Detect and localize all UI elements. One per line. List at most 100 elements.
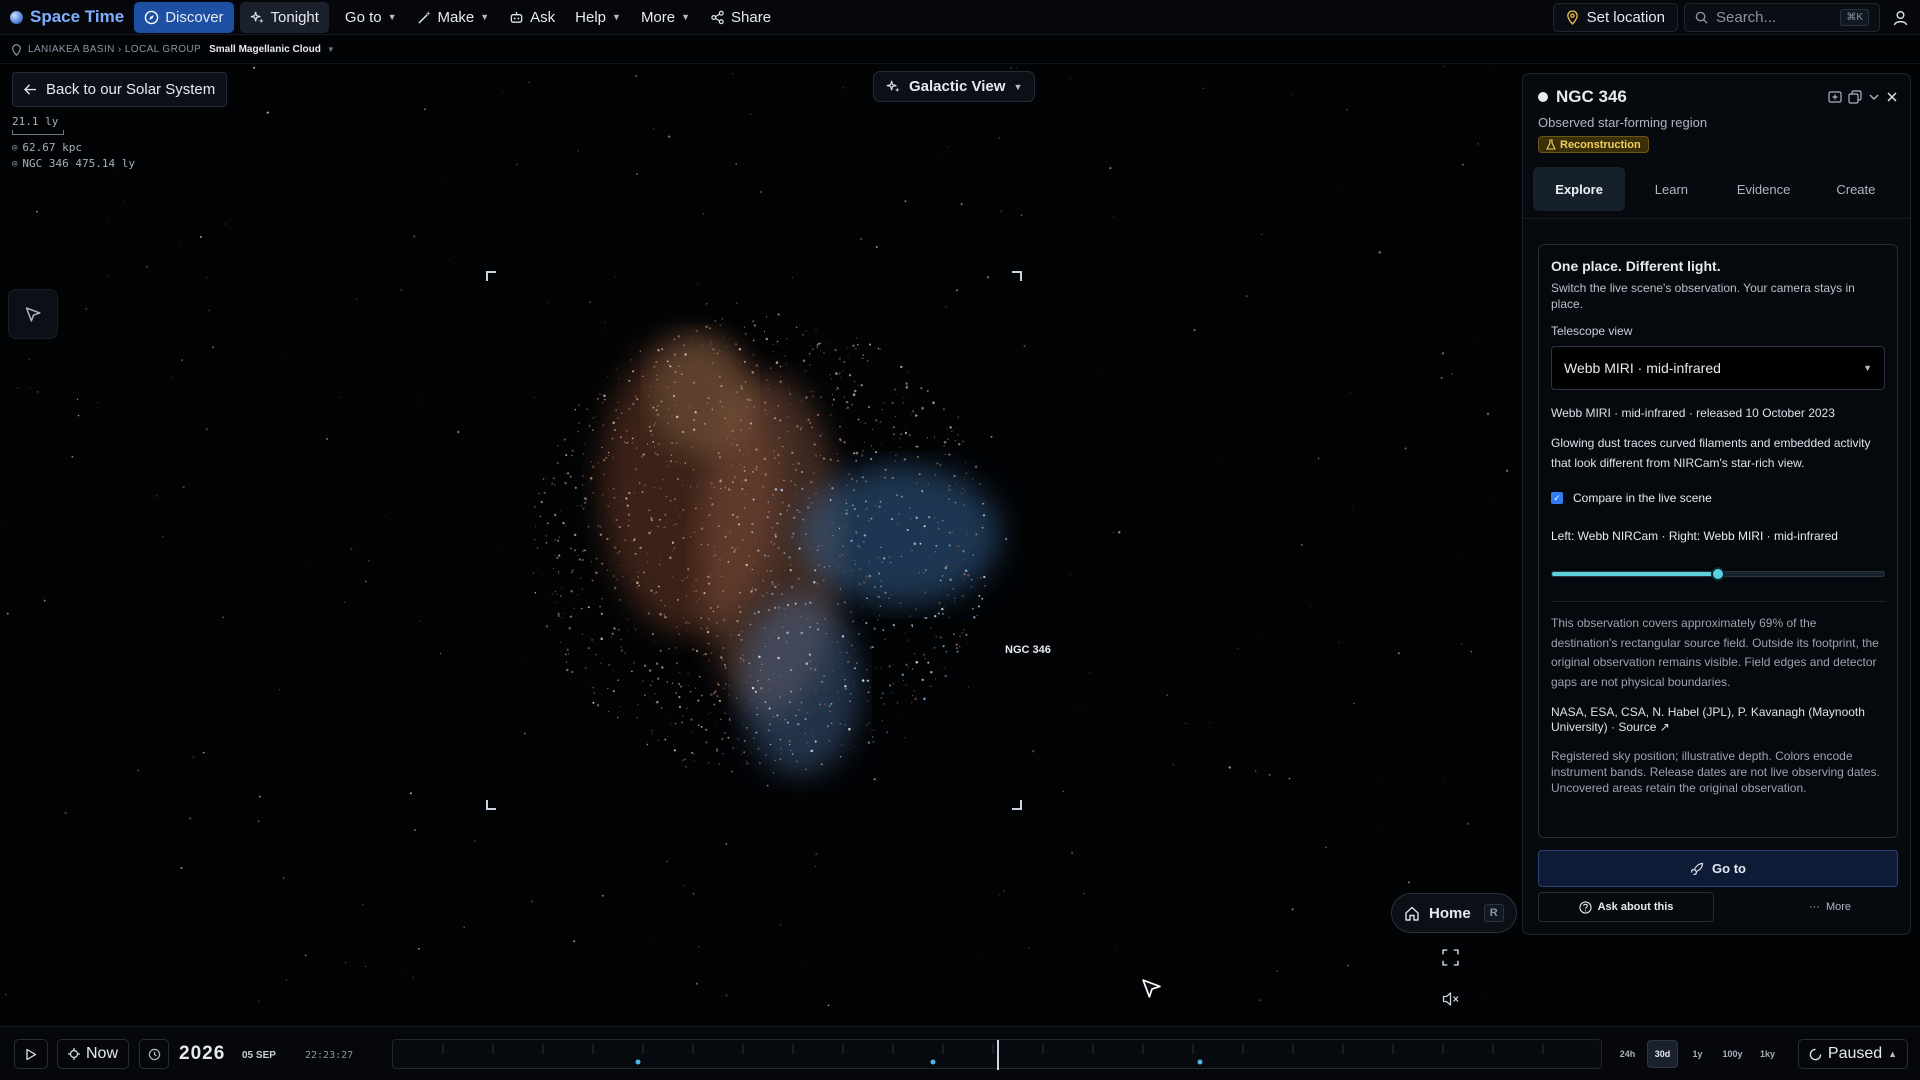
history-button[interactable] — [139, 1039, 169, 1069]
nebula-star — [954, 502, 957, 504]
home-button[interactable]: Home R — [1391, 893, 1517, 933]
pointer-tool-button[interactable] — [8, 289, 58, 339]
timeline-event-marker[interactable] — [930, 1059, 936, 1065]
nebula-star — [681, 484, 684, 486]
nav-goto-menu[interactable]: Go to ▼ — [335, 2, 407, 33]
nebula-star — [954, 597, 956, 599]
nebula-star — [650, 530, 653, 533]
close-icon[interactable] — [1886, 91, 1898, 103]
nav-tonight-button[interactable]: Tonight — [239, 1, 329, 33]
nebula-star — [772, 350, 774, 353]
nebula-star — [778, 635, 780, 637]
compare-checkbox[interactable]: ✓ — [1551, 492, 1563, 504]
nebula-star — [625, 429, 629, 432]
source-link[interactable]: Source ↗ — [1618, 720, 1669, 734]
range-1ky[interactable]: 1ky — [1752, 1040, 1783, 1068]
tab-learn[interactable]: Learn — [1625, 167, 1717, 211]
slider-thumb[interactable] — [1711, 567, 1725, 581]
copy-icon[interactable] — [1848, 90, 1862, 104]
mute-button[interactable] — [1442, 991, 1460, 1012]
nav-make-menu[interactable]: Make ▼ — [407, 2, 500, 33]
nebula-star — [675, 415, 679, 419]
nebula-star — [704, 652, 707, 656]
nebula-star — [613, 496, 616, 499]
nebula-star — [779, 419, 782, 422]
search-input[interactable]: Search... ⌘K — [1684, 3, 1880, 32]
collapse-chevron-icon[interactable] — [1868, 91, 1880, 103]
nebula-star — [571, 454, 573, 457]
breadcrumb-path[interactable]: LANIAKEA BASIN › LOCAL GROUP — [28, 44, 201, 55]
nebula-star — [682, 509, 685, 511]
brand[interactable]: Space Time — [10, 7, 124, 27]
nebula-star — [638, 584, 640, 587]
account-button[interactable] — [1880, 10, 1920, 26]
tab-create[interactable]: Create — [1810, 167, 1902, 211]
nebula-star — [619, 423, 621, 425]
nav-share-button[interactable]: Share — [700, 2, 781, 33]
timeline-scrubber[interactable] — [392, 1039, 1602, 1070]
playback-state-button[interactable]: Paused ▲ — [1798, 1039, 1908, 1069]
compare-toggle[interactable]: ✓ Compare in the live scene — [1551, 491, 1885, 505]
nav-discover-button[interactable]: Discover — [134, 1, 234, 33]
nebula-star — [752, 339, 755, 342]
set-location-button[interactable]: Set location — [1552, 3, 1678, 32]
nav-ask-label: Ask — [530, 8, 556, 26]
nebula-star — [651, 519, 654, 522]
nebula-star — [733, 520, 734, 522]
nebula-star — [618, 552, 620, 554]
nebula-star — [792, 532, 795, 535]
nebula-star — [749, 422, 753, 425]
ask-about-this-button[interactable]: Ask about this — [1538, 892, 1714, 922]
timeline-event-marker[interactable] — [635, 1059, 641, 1065]
nebula-star — [751, 522, 754, 526]
nebula-star — [570, 615, 573, 618]
nebula-star — [807, 619, 809, 621]
nebula-star — [557, 539, 560, 542]
nav-help-menu[interactable]: Help ▼ — [565, 2, 631, 33]
range-24h[interactable]: 24h — [1612, 1040, 1643, 1068]
nebula-star — [556, 602, 558, 604]
nebula-star — [806, 742, 809, 745]
nebula-star — [777, 547, 780, 550]
nebula-star — [948, 616, 950, 619]
timeline-event-marker[interactable] — [1197, 1059, 1203, 1065]
compare-slider[interactable] — [1551, 567, 1885, 581]
range-1y[interactable]: 1y — [1682, 1040, 1713, 1068]
more-actions-button[interactable]: ··· More — [1785, 892, 1875, 922]
now-button[interactable]: Now — [57, 1039, 129, 1069]
nebula-star — [948, 488, 951, 491]
nebula-star — [948, 531, 951, 534]
nav-ask-button[interactable]: Ask — [499, 2, 565, 33]
nebula-star — [877, 347, 880, 350]
nebula-star — [580, 577, 582, 579]
nebula-star — [838, 684, 840, 686]
nav-more-menu[interactable]: More ▼ — [631, 2, 700, 33]
nebula-star — [663, 616, 666, 619]
nebula-star — [945, 650, 948, 653]
view-mode-selector[interactable]: Galactic View ▼ — [873, 71, 1036, 102]
go-to-button[interactable]: Go to — [1538, 850, 1898, 887]
nebula-star — [730, 634, 732, 636]
nebula-star — [724, 712, 726, 714]
breadcrumb-current[interactable]: Small Magellanic Cloud — [209, 44, 321, 55]
play-button[interactable] — [14, 1039, 48, 1069]
range-100y[interactable]: 100y — [1717, 1040, 1748, 1068]
nebula-star — [889, 561, 892, 564]
back-to-solar-system-button[interactable]: Back to our Solar System — [12, 72, 228, 107]
nebula-star — [925, 616, 928, 620]
volume-muted-icon — [1442, 992, 1459, 1006]
tab-evidence[interactable]: Evidence — [1718, 167, 1810, 211]
nebula-star — [717, 451, 720, 454]
telescope-view-select[interactable]: Webb MIRI · mid-infrared ▼ — [1551, 346, 1885, 390]
pin-panel-icon[interactable] — [1828, 90, 1842, 104]
tab-explore[interactable]: Explore — [1533, 167, 1626, 211]
fullscreen-button[interactable] — [1442, 949, 1459, 971]
nebula-star — [868, 405, 871, 408]
nebula-star — [636, 398, 639, 401]
chevron-down-icon[interactable]: ▼ — [327, 45, 335, 54]
range-30d[interactable]: 30d — [1647, 1040, 1678, 1068]
reconstruction-badge: Reconstruction — [1538, 136, 1649, 153]
object-label[interactable]: NGC 346 — [1005, 644, 1051, 656]
nebula-star — [771, 527, 774, 529]
nebula-star — [720, 575, 722, 577]
